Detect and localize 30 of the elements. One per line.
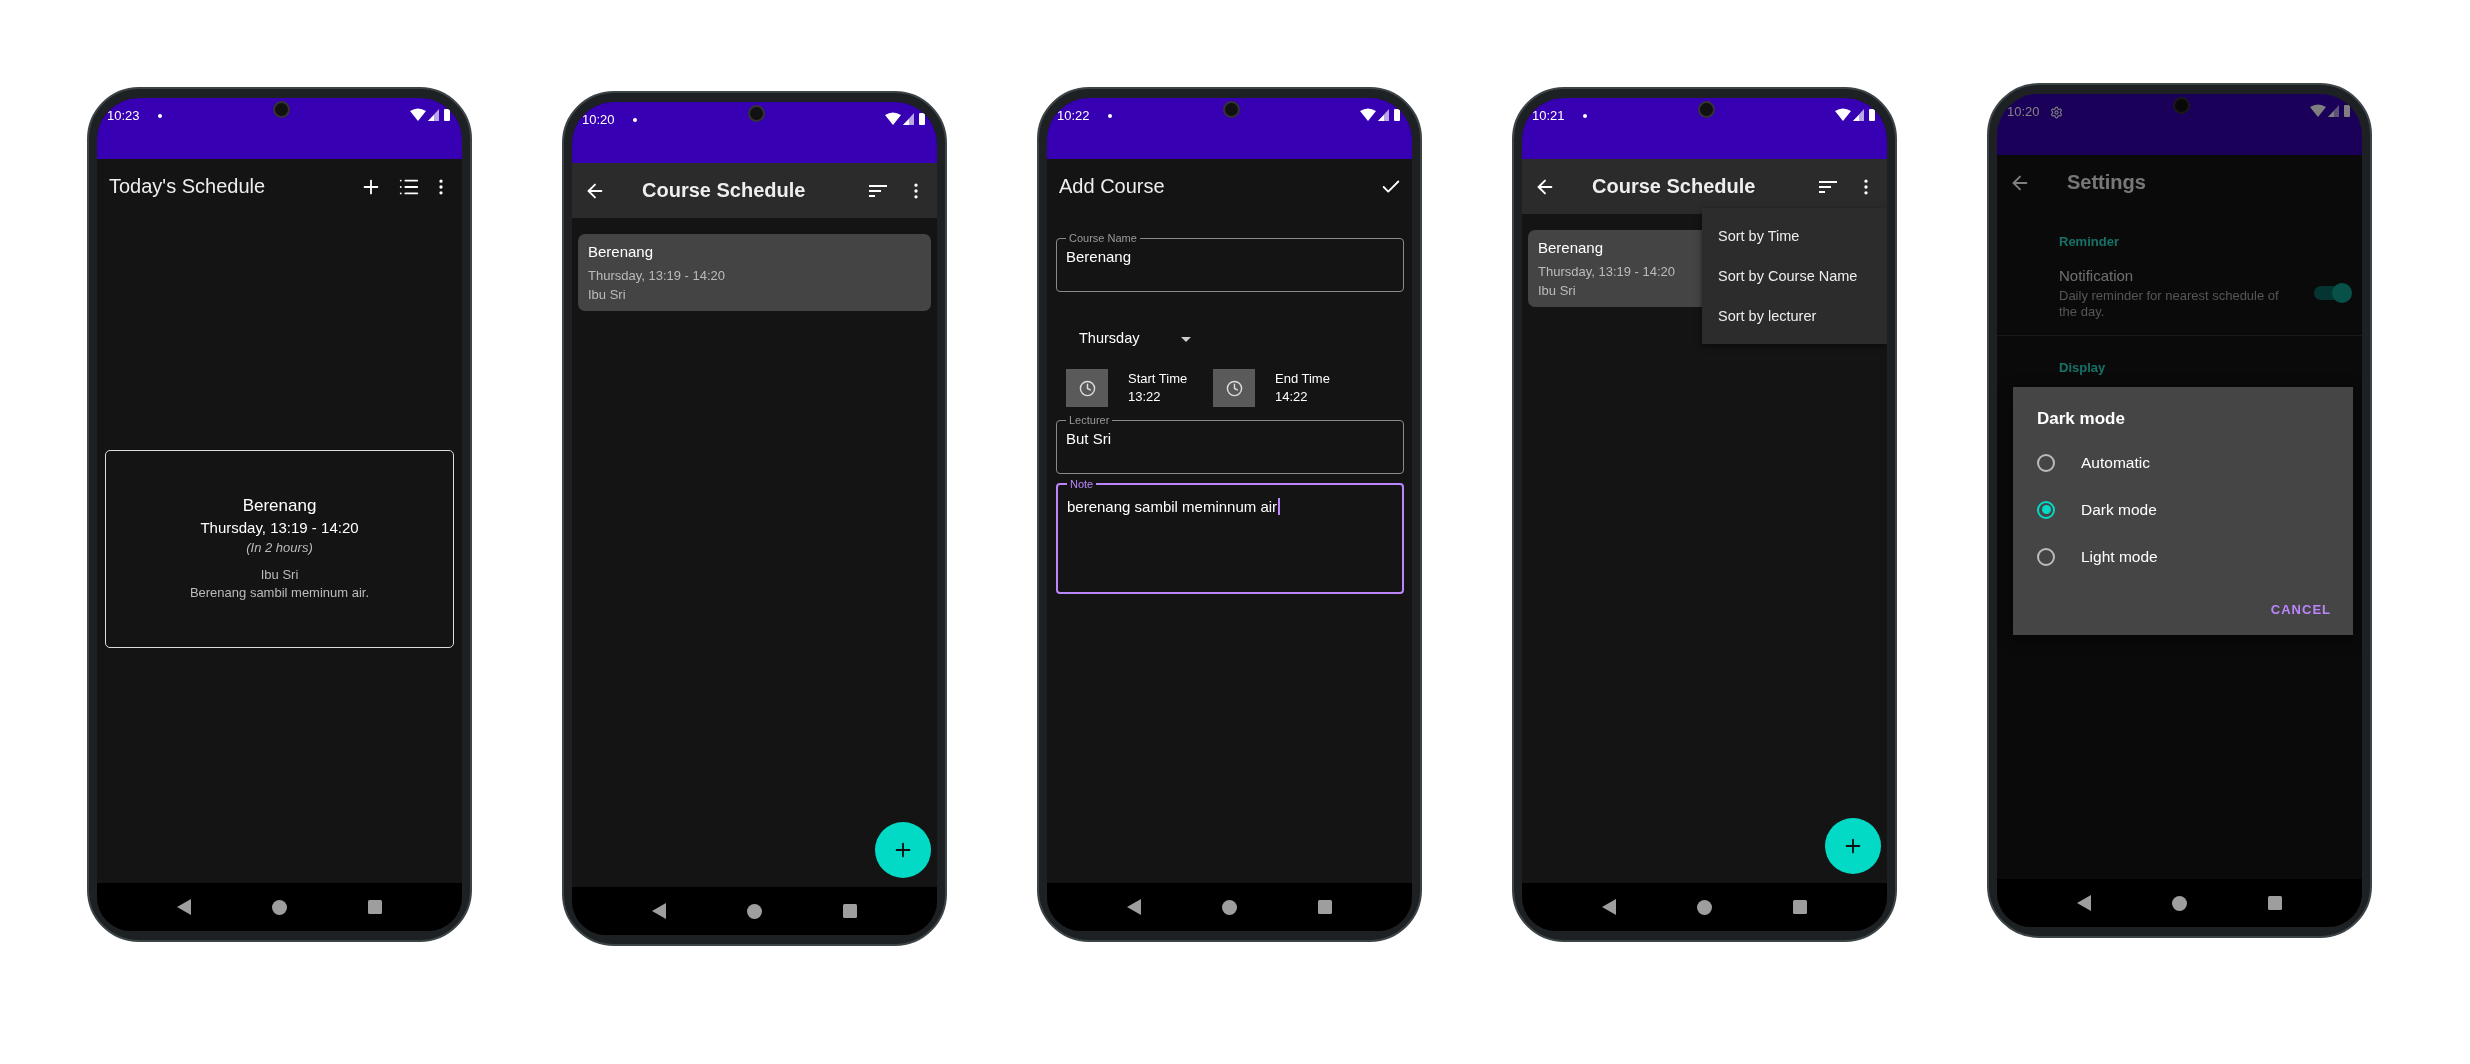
screen-title: Add Course — [1059, 175, 1165, 198]
time-value: 13:22 — [1128, 389, 1162, 405]
screen-title: Today's Schedule — [109, 175, 266, 198]
course-time: Thursday, 13:19 - 14:20 — [588, 268, 726, 284]
status-time: 10:21 — [1532, 108, 1565, 124]
course-time: Thursday, 13:19 - 14:20 — [1538, 264, 1676, 280]
course-name: Berenang — [588, 243, 654, 261]
status-time: 10:23 — [107, 108, 140, 124]
course-note: Berenang sambil meminum air. — [189, 585, 370, 602]
section-header: Display — [2059, 359, 2106, 378]
lecturer-name: Ibu Sri — [588, 286, 626, 303]
course-time: Thursday, 13:19 - 14:20 — [200, 519, 359, 538]
section-header: Reminder — [2059, 233, 2119, 251]
preference-title: Notification — [2059, 267, 2134, 285]
lecturer-name: Ibu Sri — [1538, 282, 1576, 299]
time-label: End Time — [1275, 371, 1331, 387]
dialog-title: Dark mode — [2036, 409, 2125, 430]
course-name: Berenang — [242, 495, 317, 517]
status-time: 10:22 — [1057, 108, 1090, 124]
screen-title: Course Schedule — [642, 179, 806, 202]
status-time: 10:20 — [582, 112, 615, 128]
time-label: Start Time — [1128, 371, 1189, 387]
status-time: 10:20 — [2007, 104, 2040, 120]
time-value: 14:22 — [1275, 389, 1309, 405]
lecturer-name: Ibu Sri — [260, 566, 299, 583]
course-name: Berenang — [1538, 239, 1604, 257]
remaining-time: (In 2 hours) — [246, 540, 313, 556]
preference-summary: Daily reminder for nearest schedule of the day. — [2059, 288, 2280, 320]
screen-title: Settings — [2067, 171, 2146, 194]
screen-title: Course Schedule — [1592, 175, 1756, 198]
